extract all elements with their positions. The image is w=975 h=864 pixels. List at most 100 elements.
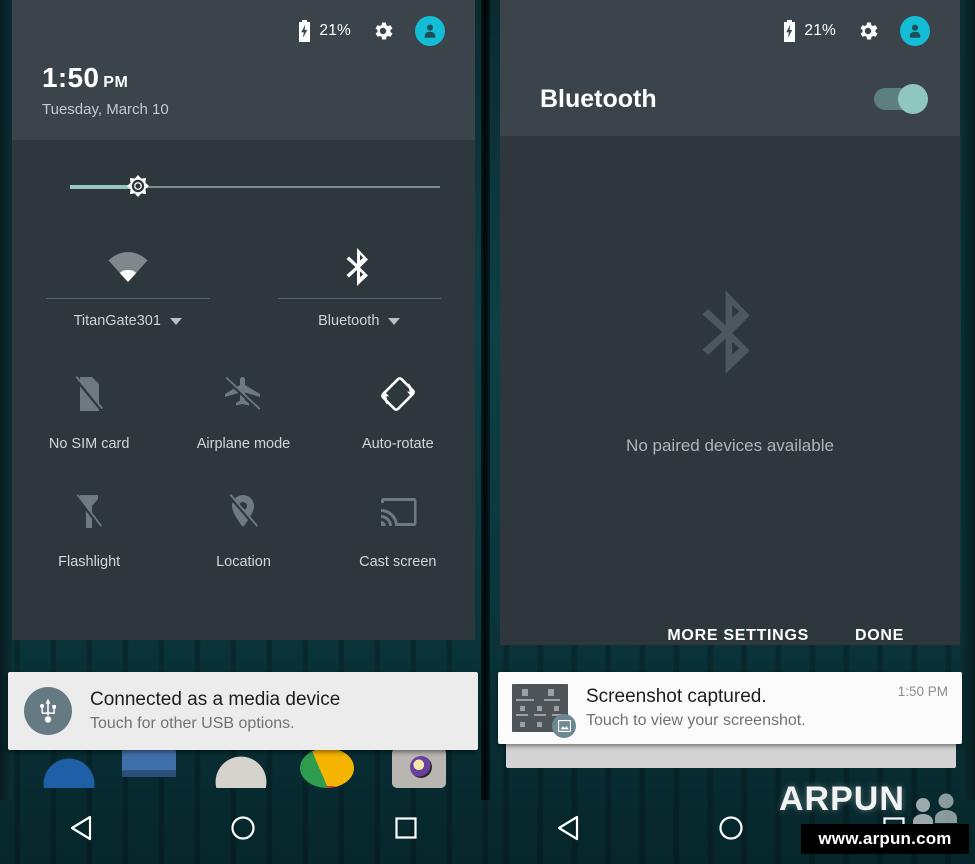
- usb-icon: [24, 687, 72, 735]
- usb-notification[interactable]: Connected as a media device Touch for ot…: [8, 672, 478, 750]
- recents-button[interactable]: [371, 802, 441, 854]
- home-dock-icons: [0, 748, 490, 788]
- more-settings-button[interactable]: MORE SETTINGS: [667, 627, 809, 645]
- cast-glyph-icon: [380, 497, 417, 526]
- screenshot-notification-text: Screenshot captured. Touch to view your …: [586, 686, 806, 730]
- user-avatar-icon[interactable]: [415, 16, 445, 46]
- notification-stack-peek[interactable]: [506, 742, 956, 768]
- tile-wifi[interactable]: TitanGate301: [12, 236, 244, 348]
- person-glyph-icon: [909, 24, 921, 38]
- tile-bluetooth[interactable]: Bluetooth: [244, 236, 476, 348]
- watermark-brand: ARPUN: [779, 780, 905, 818]
- big-tile-row: TitanGate301 Bluetooth: [12, 236, 475, 348]
- bluetooth-toggle[interactable]: [874, 84, 928, 114]
- clock-time-value: 1:50: [42, 62, 100, 93]
- back-button[interactable]: [533, 802, 603, 854]
- home-button[interactable]: [208, 802, 278, 854]
- brightness-slider[interactable]: [12, 140, 475, 236]
- tile-no-sim-card[interactable]: No SIM card: [12, 354, 166, 472]
- bluetooth-empty-state: No paired devices available: [500, 136, 960, 606]
- usb-glyph-icon: [40, 699, 56, 723]
- tile-wifi-label: TitanGate301: [73, 313, 161, 329]
- quick-settings-header: 21% 1:50 PM Tuesday, March 10: [12, 0, 475, 140]
- watermark-url: www.arpun.com: [801, 824, 969, 854]
- image-glyph-icon: [557, 720, 571, 732]
- usb-notification-subtitle: Touch for other USB options.: [90, 715, 295, 732]
- back-button[interactable]: [46, 802, 116, 854]
- screenshot-notification-time: 1:50 PM: [897, 684, 948, 699]
- location-pin-glyph-icon: [228, 494, 259, 528]
- bluetooth-icon: [244, 236, 476, 298]
- screenshot-thumbnail: [512, 684, 576, 738]
- tile-location-label: Location: [216, 554, 271, 570]
- tile-flashlight[interactable]: Flashlight: [12, 472, 166, 590]
- battery-charging-icon: [784, 20, 796, 42]
- battery-status-right: 21%: [782, 20, 836, 42]
- cast-screen-icon: [321, 488, 475, 536]
- battery-status: 21%: [297, 20, 351, 42]
- toggle-knob: [898, 84, 928, 114]
- done-button[interactable]: DONE: [855, 627, 904, 645]
- home-button[interactable]: [696, 802, 766, 854]
- bluetooth-title-row: Bluetooth: [518, 62, 942, 136]
- battery-charging-icon: [299, 20, 311, 42]
- tile-bluetooth-label-row[interactable]: Bluetooth: [244, 313, 476, 329]
- tile-auto-rotate[interactable]: Auto-rotate: [321, 354, 475, 472]
- back-triangle-icon: [558, 815, 579, 841]
- wifi-glyph-icon: [108, 252, 148, 282]
- usb-notification-title: Connected as a media device: [90, 689, 341, 710]
- sim-card-off-glyph-icon: [74, 376, 104, 411]
- chevron-down-icon[interactable]: [388, 317, 401, 325]
- bluetooth-detail-panel: 21% Bluetooth No paired devices availabl…: [500, 0, 960, 645]
- tile-location[interactable]: Location: [166, 472, 320, 590]
- clock-ampm: PM: [103, 74, 129, 91]
- brightness-icon[interactable]: [120, 168, 156, 204]
- image-icon: [552, 714, 576, 738]
- clock-block: 1:50 PM Tuesday, March 10: [30, 62, 457, 140]
- clock-time: 1:50 PM: [42, 64, 457, 92]
- airplane-glyph-icon: [224, 377, 261, 411]
- wifi-icon: [12, 236, 244, 298]
- tile-airplane-mode-label: Airplane mode: [196, 436, 291, 452]
- bluetooth-glyph-icon: [346, 248, 369, 286]
- tile-auto-rotate-label: Auto-rotate: [361, 436, 434, 452]
- quick-settings-body: TitanGate301 Bluetooth No SIM card Airpl…: [12, 140, 475, 640]
- flashlight-off-icon: [12, 488, 166, 536]
- flashlight-glyph-icon: [76, 494, 103, 528]
- dock-phone-icon: [42, 748, 96, 788]
- dock-chrome-icon: [300, 748, 354, 788]
- chevron-down-icon[interactable]: [169, 317, 182, 325]
- sim-card-off-icon: [12, 370, 166, 418]
- screenshot-notification-title: Screenshot captured.: [586, 686, 767, 707]
- location-off-icon: [166, 488, 320, 536]
- watermark: ARPUN www.arpun.com: [773, 776, 969, 860]
- tile-airplane-mode[interactable]: Airplane mode: [166, 354, 320, 472]
- bluetooth-actions: MORE SETTINGS DONE: [500, 606, 960, 645]
- recents-square-icon: [395, 817, 417, 839]
- screenshot-notification-subtitle: Touch to view your screenshot.: [586, 712, 806, 729]
- dock-camera-icon: [392, 748, 446, 788]
- screenshot-root: 21% 1:50 PM Tuesday, March 10 TitanGate3…: [0, 0, 975, 864]
- tile-divider: [46, 298, 210, 299]
- tile-cast-screen[interactable]: Cast screen: [321, 472, 475, 590]
- tile-wifi-label-row[interactable]: TitanGate301: [12, 313, 244, 329]
- battery-percent-right: 21%: [804, 22, 836, 39]
- dock-messages-icon: [122, 748, 176, 788]
- tile-divider: [277, 298, 441, 299]
- gear-icon[interactable]: [856, 19, 880, 43]
- auto-rotate-icon: [321, 370, 475, 418]
- tile-bluetooth-label: Bluetooth: [318, 313, 380, 329]
- auto-rotate-glyph-icon: [380, 377, 415, 411]
- back-triangle-icon: [71, 815, 92, 841]
- tile-cast-screen-label: Cast screen: [359, 554, 437, 570]
- navigation-bar-left: [0, 792, 487, 864]
- home-circle-icon: [719, 816, 743, 840]
- screenshot-notification[interactable]: Screenshot captured. Touch to view your …: [498, 672, 962, 744]
- gear-icon[interactable]: [371, 19, 395, 43]
- dock-app-icon: [214, 748, 268, 788]
- status-bar-right: 21%: [518, 0, 942, 62]
- small-tile-grid: No SIM card Airplane mode Auto-rotate Fl…: [12, 348, 475, 590]
- right-screen-edge: [961, 0, 975, 800]
- user-avatar-icon[interactable]: [900, 16, 930, 46]
- page-title: Bluetooth: [540, 84, 657, 113]
